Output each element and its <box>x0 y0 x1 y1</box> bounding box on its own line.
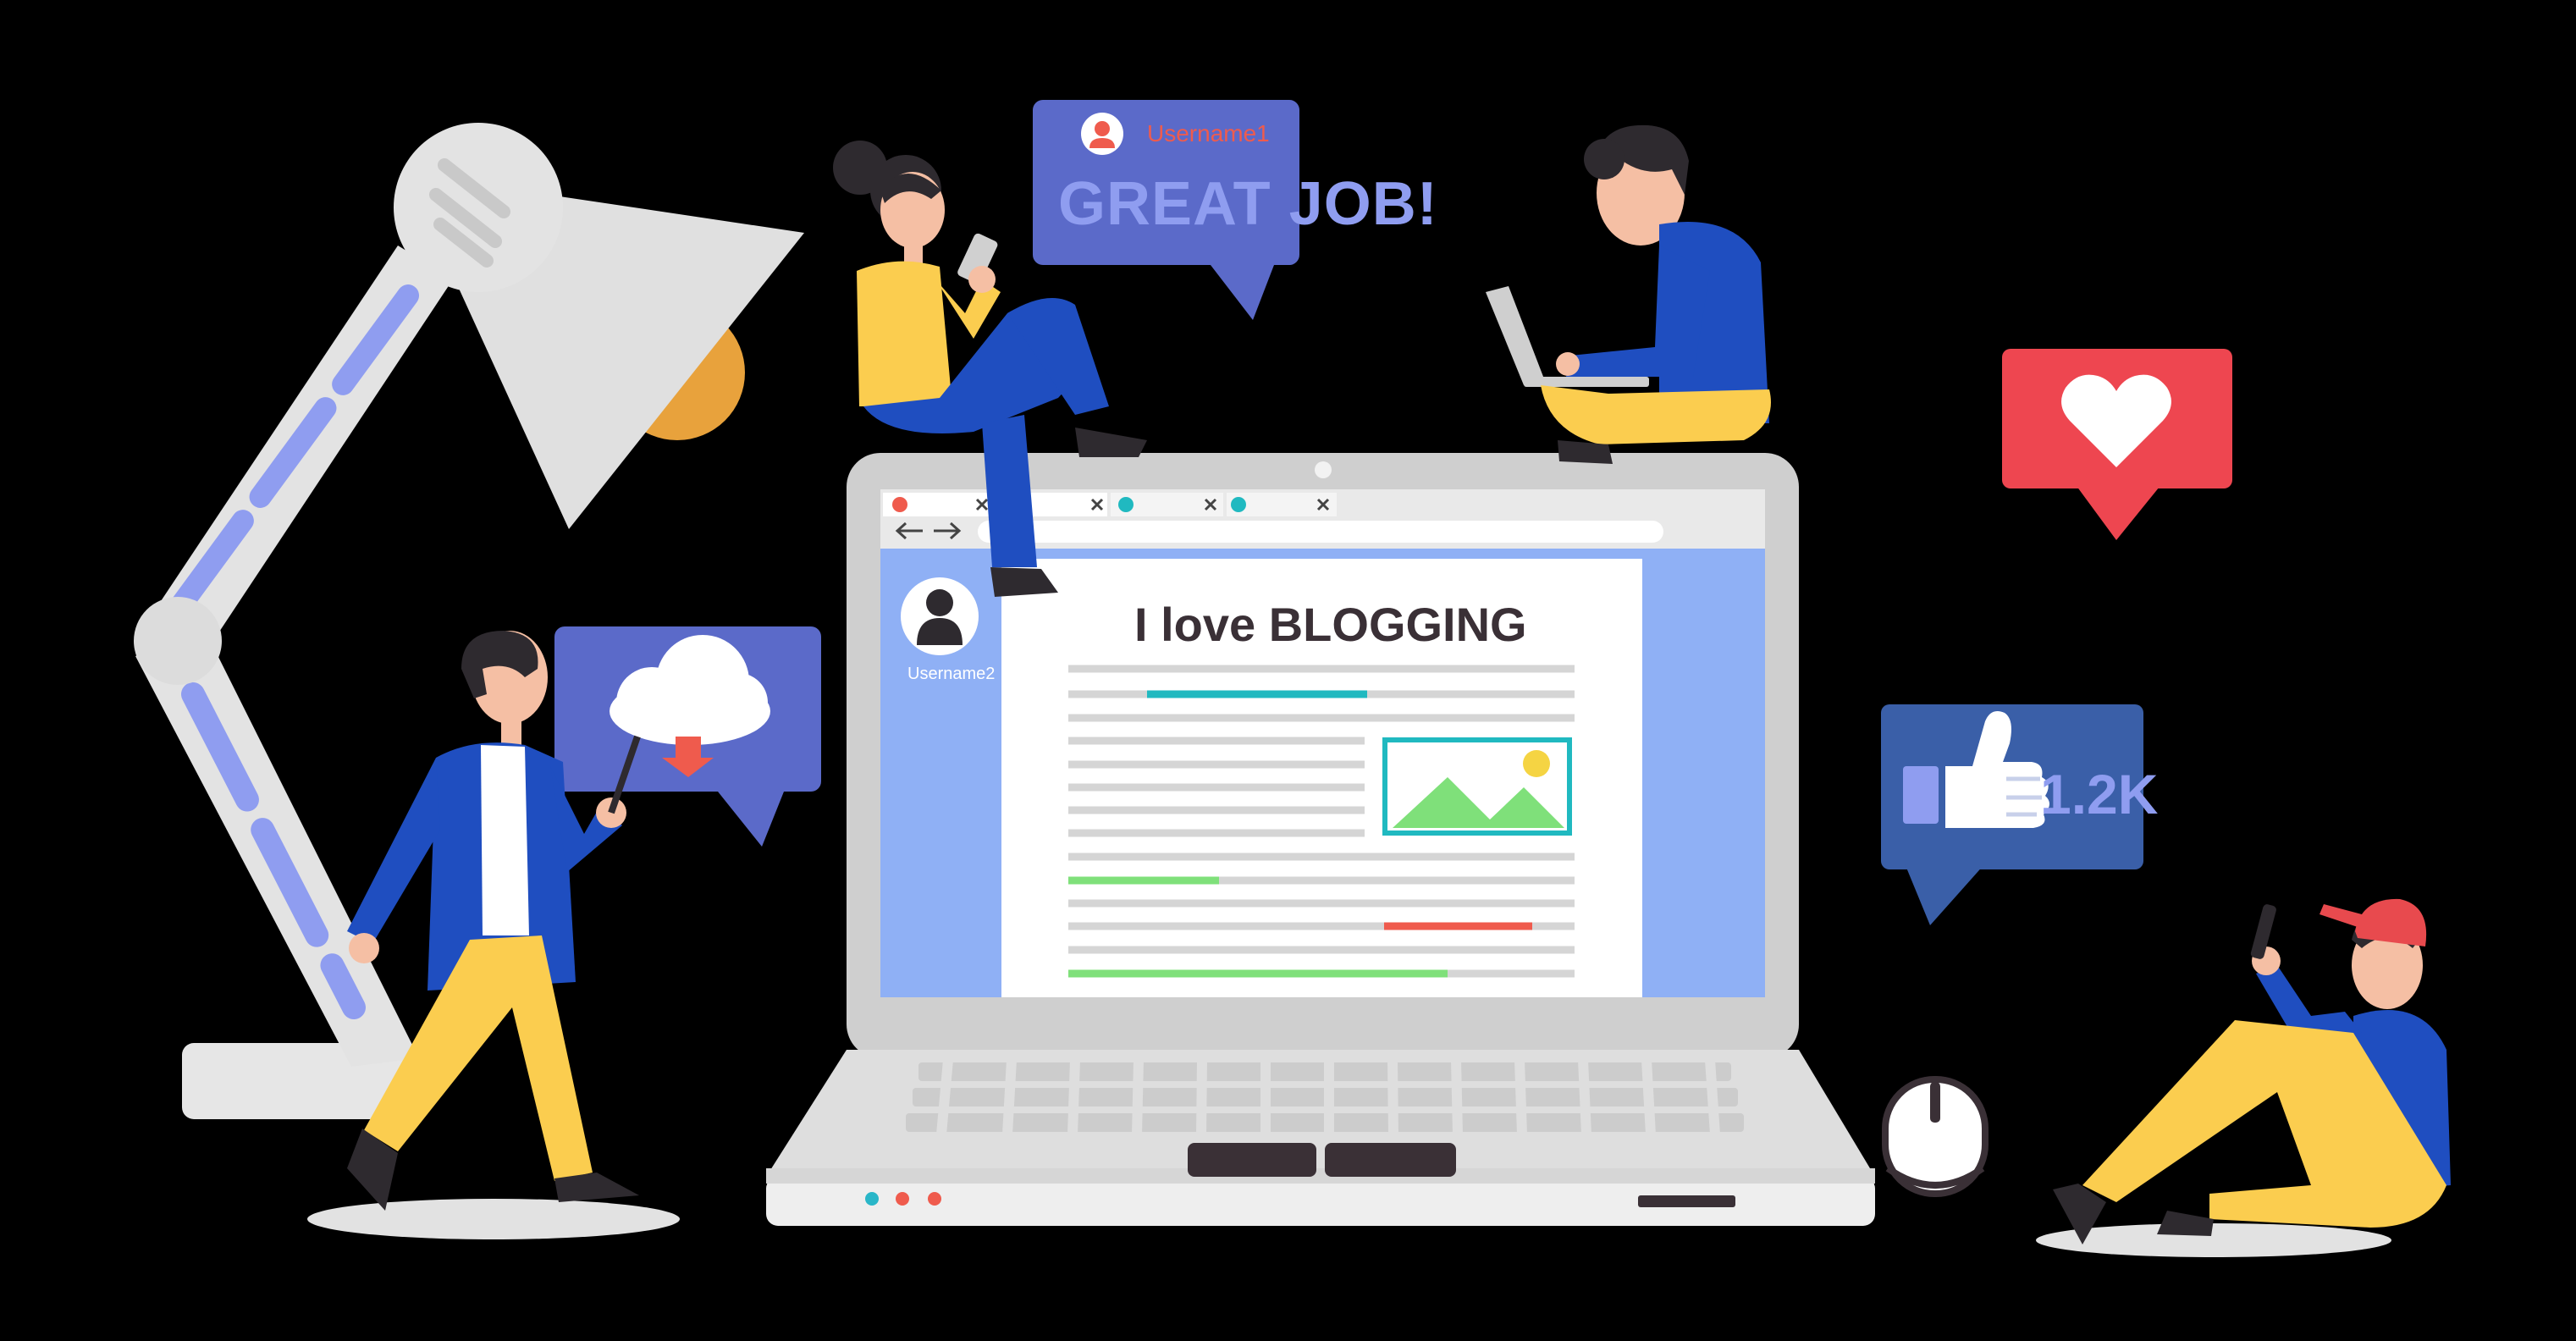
comment-username: Username1 <box>1147 120 1270 146</box>
comment-text: GREAT JOB! <box>1058 170 1438 238</box>
tab-favicon <box>892 497 907 512</box>
user-avatar-icon <box>1081 113 1123 155</box>
man-with-laptop <box>1486 124 1771 464</box>
likes-count: 1.2K <box>2040 763 2159 825</box>
indicator-light <box>896 1192 909 1206</box>
tab-favicon <box>1118 497 1134 512</box>
tab-favicon <box>1231 497 1246 512</box>
user-avatar-icon[interactable] <box>901 577 979 655</box>
landscape-image-icon <box>1382 737 1572 836</box>
sidebar-username: Username2 <box>907 665 996 683</box>
sitting-man-with-cap <box>2036 898 2451 1257</box>
touchpad-left-button <box>1188 1143 1316 1177</box>
computer-mouse <box>1882 1076 1989 1197</box>
blog-post-title: I love BLOGGING <box>1134 598 1527 651</box>
address-bar[interactable] <box>978 521 1663 543</box>
indicator-light <box>928 1192 941 1206</box>
laptop-port <box>1638 1195 1735 1207</box>
indicator-light <box>865 1192 879 1206</box>
cloud-bubble <box>554 626 821 847</box>
touchpad-right-button <box>1325 1143 1456 1177</box>
love-bubble <box>2002 349 2232 540</box>
